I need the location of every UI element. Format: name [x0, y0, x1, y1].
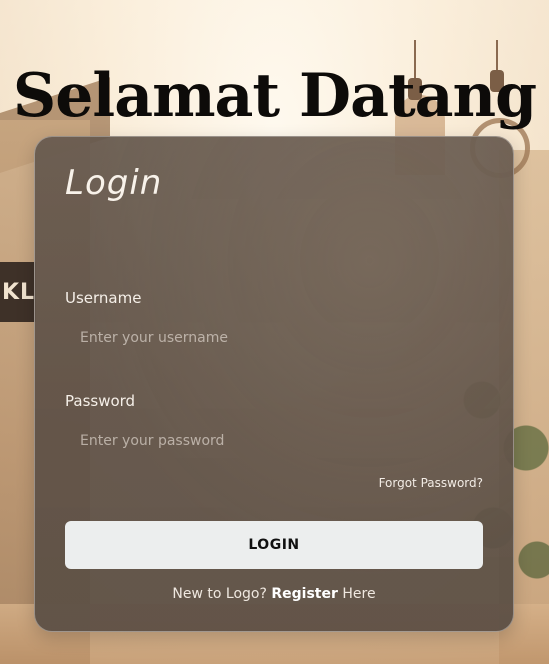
register-suffix: Here	[342, 586, 376, 602]
username-label: Username	[65, 289, 142, 307]
login-heading: Login	[65, 163, 163, 203]
shop-sign: KL	[0, 262, 36, 322]
page-title: Selamat Datang	[12, 61, 537, 132]
password-input[interactable]	[65, 424, 483, 458]
password-label: Password	[65, 392, 136, 410]
forgot-password-link[interactable]: Forgot Password?	[379, 476, 483, 490]
username-input[interactable]	[65, 321, 483, 355]
login-card: Login Username Password Forgot Password?…	[34, 136, 514, 632]
register-prompt: New to Logo? Register Here	[35, 586, 513, 602]
register-prefix: New to Logo?	[172, 586, 267, 602]
login-button[interactable]: LOGIN	[65, 521, 483, 569]
shop-sign-text: KL	[2, 280, 36, 305]
register-link[interactable]: Register	[271, 586, 338, 602]
